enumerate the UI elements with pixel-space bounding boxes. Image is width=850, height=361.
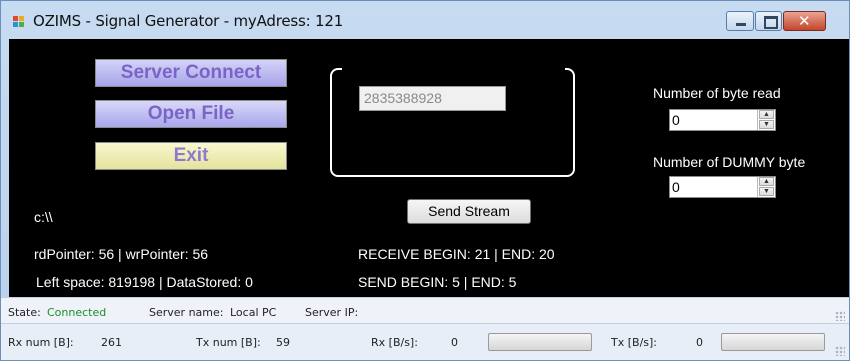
maximize-button[interactable]	[755, 11, 782, 31]
status-bar-traffic: Rx num [B]: 261 Tx num [B]: 59 Rx [B/s]:…	[1, 323, 849, 360]
tx-rate-value: 0	[696, 336, 703, 349]
pointer-info: rdPointer: 56 | wrPointer: 56	[34, 246, 209, 262]
app-icon	[13, 16, 25, 28]
app-window: OZIMS - Signal Generator - myAdress: 121…	[0, 0, 850, 361]
receive-info: RECEIVE BEGIN: 21 | END: 20	[358, 246, 555, 262]
state-label: State:	[8, 306, 41, 319]
space-info: Left space: 819198 | DataStored: 0	[36, 274, 253, 290]
client-area: Server Connect Open File Exit 2835388928…	[9, 39, 849, 297]
exit-button[interactable]: Exit	[95, 142, 287, 170]
tx-num-label: Tx num [B]:	[196, 336, 261, 349]
rx-rate-label: Rx [B/s]:	[371, 336, 418, 349]
resize-grip-icon[interactable]	[835, 311, 845, 321]
server-connect-button[interactable]: Server Connect	[95, 59, 287, 87]
spin-up-icon[interactable]: ▲	[759, 110, 774, 119]
state-value: Connected	[47, 306, 107, 319]
open-file-button[interactable]: Open File	[95, 100, 287, 128]
rx-rate-value: 0	[451, 336, 458, 349]
send-info: SEND BEGIN: 5 | END: 5	[358, 274, 517, 290]
send-stream-button[interactable]: Send Stream	[407, 199, 531, 224]
window-title: OZIMS - Signal Generator - myAdress: 121	[33, 12, 344, 30]
title-bar[interactable]: OZIMS - Signal Generator - myAdress: 121	[1, 1, 850, 37]
tx-progress-bar	[721, 333, 825, 351]
stream-groupbox	[330, 68, 575, 177]
resize-grip-icon[interactable]	[835, 346, 845, 356]
file-path: c:\\	[34, 209, 53, 225]
status-bar-connection: State: Connected Server name: Local PC S…	[1, 297, 849, 325]
bytes-read-value: 0	[672, 112, 680, 128]
server-ip-label: Server IP:	[305, 306, 359, 319]
spin-down-icon[interactable]: ▼	[759, 120, 774, 129]
tx-num-value: 59	[276, 336, 290, 349]
rx-num-value: 261	[101, 336, 122, 349]
dummy-bytes-value: 0	[672, 179, 680, 195]
rx-progress-bar	[488, 333, 592, 351]
tx-rate-label: Tx [B/s]:	[611, 336, 657, 349]
dummy-bytes-spinner[interactable]: 0 ▲ ▼	[669, 176, 776, 198]
close-button[interactable]	[783, 11, 826, 31]
spin-up-icon[interactable]: ▲	[759, 177, 774, 186]
server-name-value: Local PC	[230, 306, 277, 319]
rx-num-label: Rx num [B]:	[8, 336, 74, 349]
spin-down-icon[interactable]: ▼	[759, 187, 774, 196]
server-name-label: Server name:	[149, 306, 224, 319]
minimize-button[interactable]	[726, 11, 754, 31]
dummy-bytes-label: Number of DUMMY byte	[653, 154, 806, 170]
stream-value-field[interactable]: 2835388928	[359, 86, 506, 111]
bytes-read-label: Number of byte read	[653, 85, 781, 101]
bytes-read-spinner[interactable]: 0 ▲ ▼	[669, 109, 776, 131]
